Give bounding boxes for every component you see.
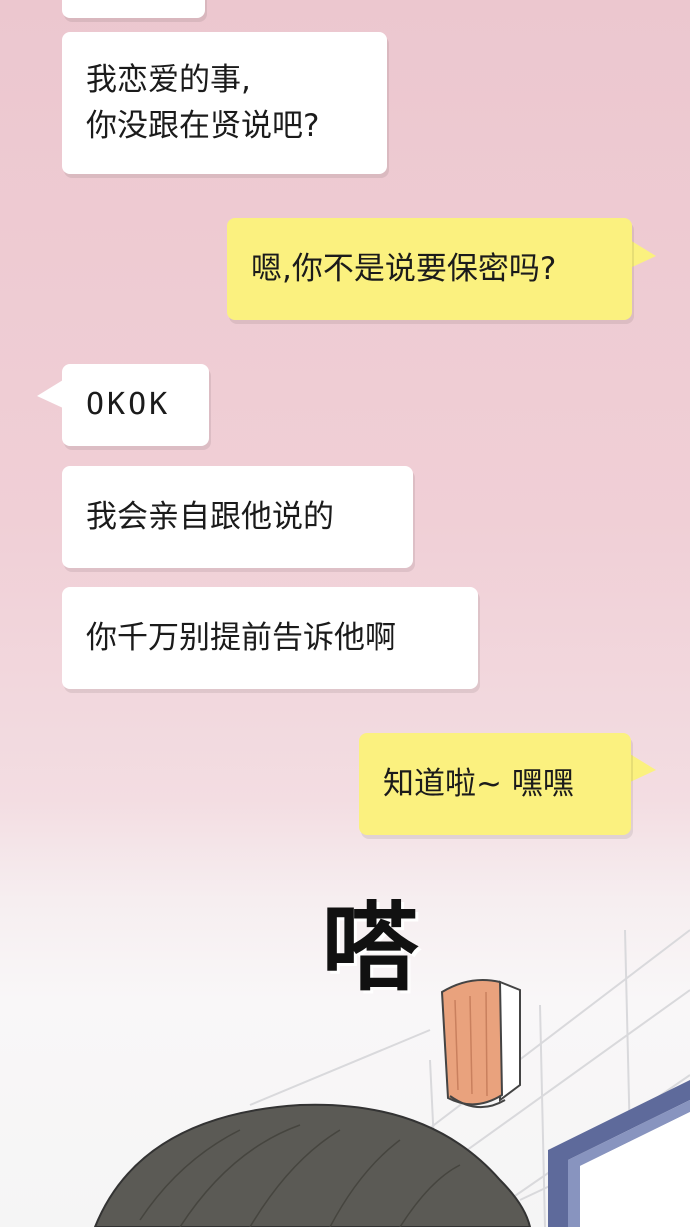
message-bubble-received: 你千万别提前告诉他啊 bbox=[62, 587, 478, 689]
message-text: OKOK bbox=[86, 387, 171, 422]
sound-effect-text: 嗒 bbox=[322, 892, 418, 1004]
message-bubble-partial bbox=[62, 0, 205, 18]
bubble-tail bbox=[37, 380, 63, 408]
message-bubble-sent: 知道啦~ 嘿嘿 bbox=[359, 733, 631, 835]
message-text: 我恋爱的事, 你没跟在贤说吧? bbox=[86, 62, 320, 144]
message-text: 你千万别提前告诉他啊 bbox=[86, 620, 396, 656]
message-text: 我会亲自跟他说的 bbox=[86, 499, 334, 535]
wall-lamp bbox=[440, 979, 521, 1108]
character-hair bbox=[93, 1103, 532, 1227]
message-bubble-received: OKOK bbox=[62, 364, 209, 446]
message-bubble-received: 我会亲自跟他说的 bbox=[62, 466, 413, 568]
window-frame bbox=[548, 1080, 690, 1227]
bubble-tail bbox=[630, 240, 656, 268]
message-text: 知道啦~ 嘿嘿 bbox=[383, 766, 574, 802]
message-bubble-sent: 嗯,你不是说要保密吗? bbox=[227, 218, 632, 320]
message-text: 嗯,你不是说要保密吗? bbox=[251, 251, 557, 287]
message-bubble-received: 我恋爱的事, 你没跟在贤说吧? bbox=[62, 32, 387, 174]
bubble-tail bbox=[630, 754, 656, 782]
